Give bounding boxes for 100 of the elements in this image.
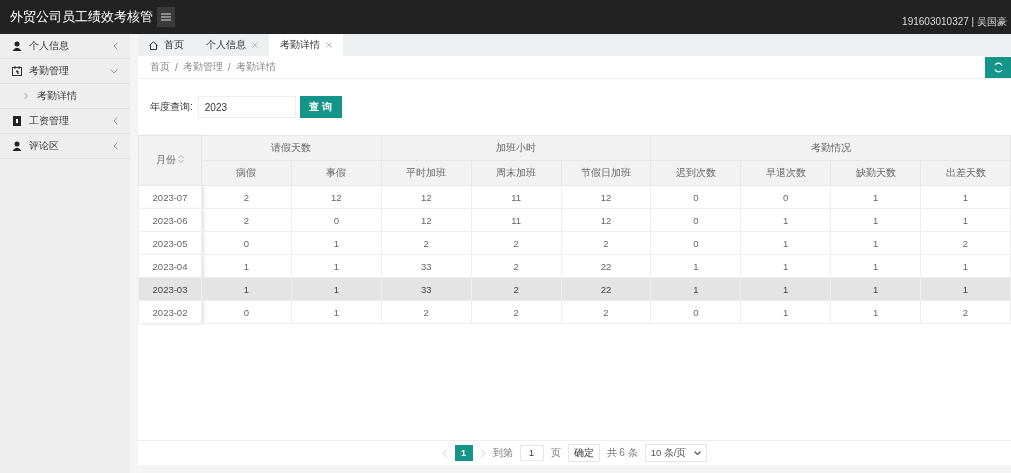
table-cell: 0	[650, 300, 741, 324]
search-button[interactable]: 查 询	[299, 96, 342, 118]
table-cell: 0	[201, 231, 292, 255]
table-cell: 0	[201, 300, 292, 324]
table-cell: 2023-07	[138, 185, 202, 209]
sidebar-item[interactable]: 考勤管理	[0, 59, 130, 84]
table-cell: 2	[561, 300, 651, 324]
table-cell: 12	[381, 185, 472, 209]
table-cell: 2	[920, 300, 1011, 324]
table-cell: 12	[561, 185, 651, 209]
search-label: 年度查询:	[150, 100, 193, 114]
menu-button[interactable]	[157, 7, 175, 27]
menu-icon[interactable]	[160, 12, 172, 22]
table-cell: 11	[471, 208, 561, 232]
page-size-select[interactable]: 10 条/页	[644, 444, 708, 462]
group-header: 加班小时	[381, 135, 651, 161]
person-icon	[12, 41, 22, 51]
chevron-right-icon	[24, 93, 28, 99]
table-cell: 1	[291, 231, 382, 255]
column-header: 节假日加班	[561, 160, 651, 186]
chevron-left-icon	[113, 142, 118, 150]
table-cell: 1	[291, 300, 382, 324]
table-cell: 1	[830, 208, 921, 232]
table-row[interactable]: 2023-02 0 1 2 2 2 0 1 1 2	[138, 300, 1011, 324]
table-cell: 2	[381, 231, 472, 255]
table-row[interactable]: 2023-04 1 1 33 2 22 1 1 1 1	[138, 254, 1011, 278]
table-cell: 0	[291, 208, 382, 232]
table-cell: 1	[291, 254, 382, 278]
table-cell: 33	[381, 254, 472, 278]
breadcrumb-link[interactable]: 首页	[150, 60, 170, 74]
close-icon[interactable]	[252, 42, 258, 48]
group-header: 考勤情况	[650, 135, 1011, 161]
table-cell: 2	[381, 300, 472, 324]
table-cell: 2	[471, 254, 561, 278]
table-cell: 2	[920, 231, 1011, 255]
breadcrumb-link[interactable]: 考勤管理	[182, 60, 223, 74]
table-cell: 1	[740, 231, 831, 255]
table-cell: 2023-05	[138, 231, 202, 255]
app-title: 外贸公司员工绩效考核管	[10, 8, 153, 26]
person-icon	[12, 141, 22, 151]
sidebar-item[interactable]: 工资管理	[0, 109, 130, 134]
page-button[interactable]: 1	[454, 445, 473, 461]
breadcrumb-link[interactable]: 考勤详情	[235, 60, 276, 74]
table-cell: 0	[650, 185, 741, 209]
column-header: 早退次数	[740, 160, 831, 186]
table-cell: 1	[650, 254, 741, 278]
table-row[interactable]: 2023-07 2 12 12 11 12 0 0 1 1	[138, 185, 1011, 209]
book-icon	[12, 116, 22, 126]
table-cell: 11	[471, 185, 561, 209]
home-icon	[149, 40, 158, 50]
sidebar-subitem[interactable]: 考勤详情	[0, 84, 130, 109]
caret-icon[interactable]	[694, 450, 702, 456]
table-cell: 2	[561, 231, 651, 255]
tab[interactable]: 个人信息	[195, 34, 269, 56]
column-header: 病假	[201, 160, 292, 186]
table-cell: 1	[201, 254, 292, 278]
table-row[interactable]: 2023-03 1 1 33 2 22 1 1 1 1	[138, 277, 1011, 301]
table-cell: 12	[561, 208, 651, 232]
close-icon[interactable]	[326, 42, 332, 48]
sidebar-item[interactable]: 个人信息	[0, 34, 130, 59]
table-cell: 22	[561, 254, 651, 278]
total-count: 共 6 条	[606, 446, 638, 460]
table-cell: 2	[201, 208, 292, 232]
column-header: 周末加班	[471, 160, 561, 186]
breadcrumb-separator: /	[227, 61, 231, 73]
refresh-button[interactable]	[985, 57, 1011, 78]
table-cell: 1	[740, 254, 831, 278]
tab[interactable]: 考勤详情	[269, 34, 343, 56]
column-header[interactable]: 月份	[138, 135, 202, 186]
user-info: 191603010327 | 吴国豪	[902, 15, 1007, 29]
table-cell: 2023-03	[138, 277, 202, 301]
refresh-icon[interactable]	[992, 62, 1004, 73]
table-cell: 1	[830, 300, 921, 324]
year-field[interactable]: 2023	[197, 96, 296, 118]
table-cell: 1	[830, 231, 921, 255]
table-cell: 2	[471, 300, 561, 324]
table-cell: 1	[920, 254, 1011, 278]
breadcrumb-separator: /	[175, 61, 178, 73]
chevron-left-icon	[113, 117, 118, 125]
column-header: 事假	[291, 160, 382, 186]
table-row[interactable]: 2023-06 2 0 12 11 12 0 1 1 1	[138, 208, 1011, 232]
table-cell: 0	[650, 208, 741, 232]
table-cell: 1	[740, 300, 831, 324]
sidebar-item[interactable]: 评论区	[0, 134, 130, 159]
chevron-down-icon	[110, 68, 118, 74]
calendar-icon	[12, 66, 22, 76]
table-row[interactable]: 2023-05 0 1 2 2 2 0 1 1 2	[138, 231, 1011, 255]
table-cell: 1	[830, 254, 921, 278]
table-cell: 2	[471, 231, 561, 255]
page-unit: 页	[550, 446, 561, 460]
table-cell: 1	[830, 185, 921, 209]
table-cell: 2023-02	[138, 300, 202, 324]
page-field[interactable]: 1	[519, 445, 544, 461]
goto-label: 到第	[492, 446, 513, 460]
table-cell: 12	[381, 208, 472, 232]
column-header: 缺勤天数	[830, 160, 921, 186]
confirm-button[interactable]: 确定	[567, 444, 600, 462]
group-header: 请假天数	[201, 135, 382, 161]
table-cell: 2023-04	[138, 254, 202, 278]
tab[interactable]: 首页	[138, 34, 195, 56]
